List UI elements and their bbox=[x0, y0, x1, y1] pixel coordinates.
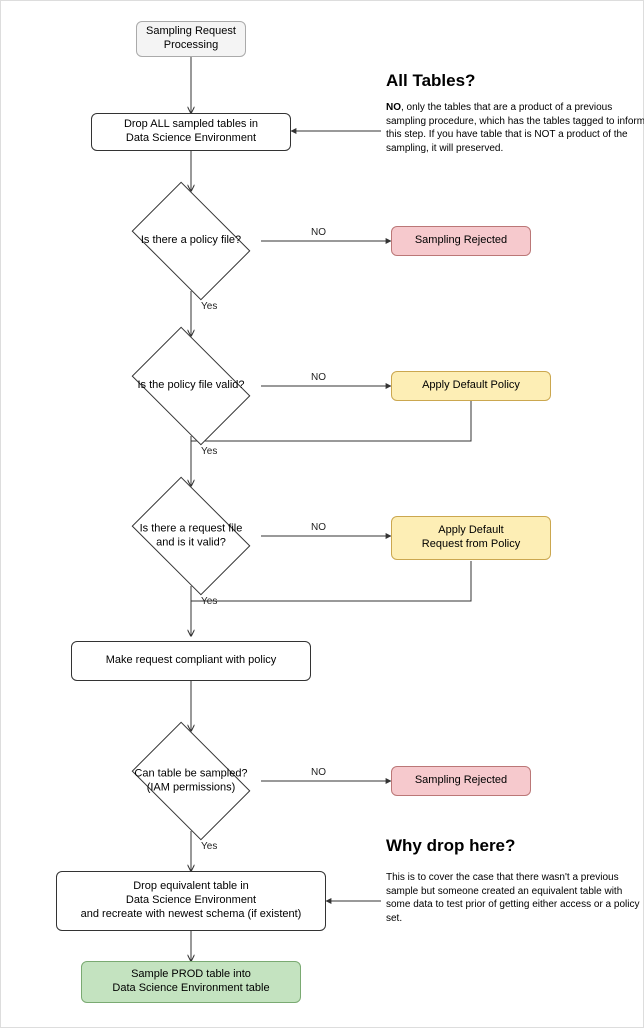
edge-yes-3: Yes bbox=[201, 596, 217, 607]
callout-body-top-rest: , only the tables that are a product of … bbox=[386, 102, 644, 154]
node-rejected-2: Sampling Rejected bbox=[391, 766, 531, 796]
decision-policy-valid: Is the policy file valid? bbox=[121, 336, 261, 436]
decision-can-sample: Can table be sampled? (IAM permissions) bbox=[121, 731, 261, 831]
node-drop-equivalent: Drop equivalent table in Data Science En… bbox=[56, 871, 326, 931]
edge-no-3: NO bbox=[311, 522, 326, 533]
node-sample-prod: Sample PROD table into Data Science Envi… bbox=[81, 961, 301, 1003]
flowchart-canvas: Sampling Request Processing Drop ALL sam… bbox=[1, 1, 643, 1027]
decision-policy-file: Is there a policy file? bbox=[121, 191, 261, 291]
callout-body-top-bold: NO bbox=[386, 102, 401, 113]
edge-no-1: NO bbox=[311, 227, 326, 238]
node-apply-default-policy: Apply Default Policy bbox=[391, 371, 551, 401]
decision-request-file: Is there a request file and is it valid? bbox=[121, 486, 261, 586]
node-start: Sampling Request Processing bbox=[136, 21, 246, 57]
edge-yes-2: Yes bbox=[201, 446, 217, 457]
callout-title-bottom: Why drop here? bbox=[386, 836, 515, 856]
callout-body-top: NO, only the tables that are a product o… bbox=[386, 101, 644, 155]
node-make-compliant: Make request compliant with policy bbox=[71, 641, 311, 681]
node-apply-default-request: Apply Default Request from Policy bbox=[391, 516, 551, 560]
callout-title-top: All Tables? bbox=[386, 71, 475, 91]
edge-yes-4: Yes bbox=[201, 841, 217, 852]
node-rejected-1: Sampling Rejected bbox=[391, 226, 531, 256]
edge-no-2: NO bbox=[311, 372, 326, 383]
edge-no-4: NO bbox=[311, 767, 326, 778]
callout-body-bottom: This is to cover the case that there was… bbox=[386, 871, 644, 925]
edge-yes-1: Yes bbox=[201, 301, 217, 312]
node-drop-all-tables: Drop ALL sampled tables in Data Science … bbox=[91, 113, 291, 151]
